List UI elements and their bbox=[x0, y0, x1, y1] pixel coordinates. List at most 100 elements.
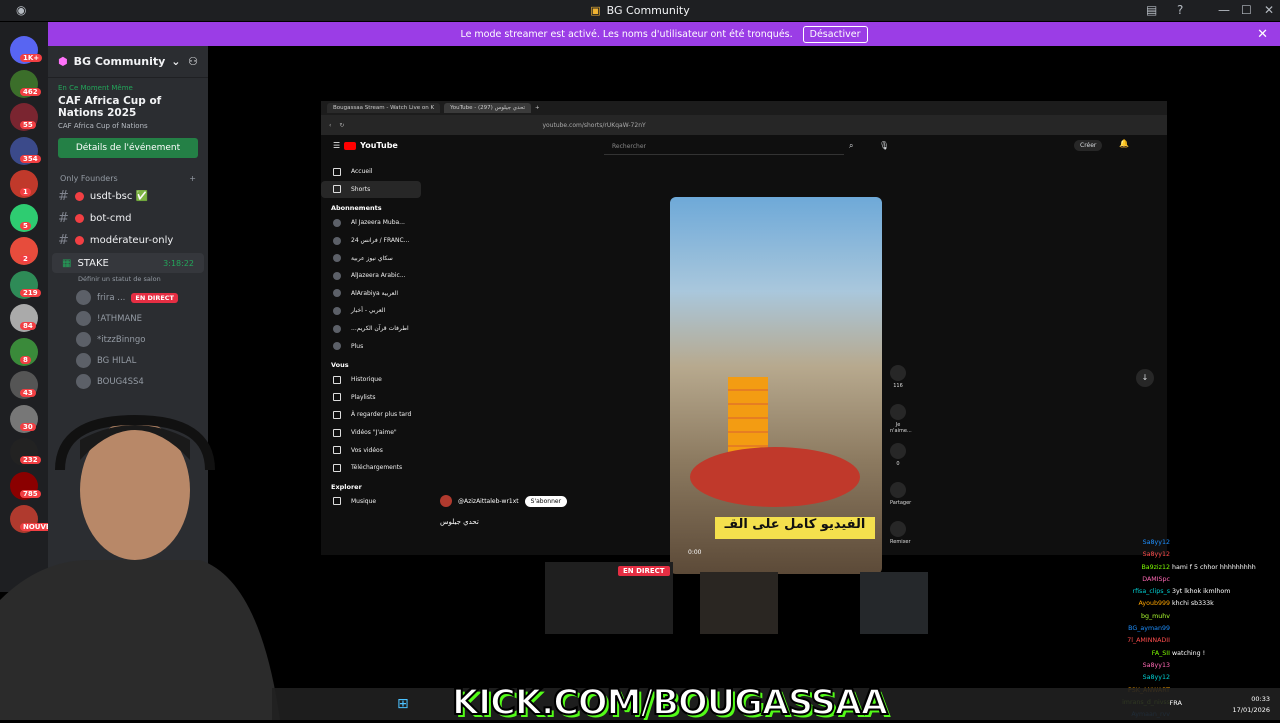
add-channel-icon[interactable]: + bbox=[189, 174, 196, 183]
voice-user[interactable]: BOUG4SS4 bbox=[48, 371, 208, 392]
voice-user[interactable]: *itzzBinngo bbox=[48, 329, 208, 350]
subscriptions-title[interactable]: Abonnements bbox=[321, 198, 421, 214]
event-details-button[interactable]: Détails de l'événement bbox=[58, 138, 198, 158]
subscription-name: Al Jazeera Muba... bbox=[351, 219, 405, 227]
close-icon[interactable]: ✕ bbox=[1257, 27, 1268, 42]
new-tab-icon[interactable]: + bbox=[535, 105, 540, 111]
subscription-name: AlArabiya العربية bbox=[351, 289, 399, 297]
chat-username[interactable]: 7l_AMINNADII bbox=[1127, 635, 1170, 647]
chat-username[interactable]: Sa8yy12 bbox=[1143, 549, 1170, 561]
hash-icon: # bbox=[58, 188, 69, 204]
you-item[interactable]: Vos vidéos bbox=[321, 441, 421, 459]
search-input[interactable]: Rechercher bbox=[604, 140, 844, 155]
create-button[interactable]: Créer bbox=[1074, 140, 1103, 151]
subscription-item[interactable]: 24 فرانس / FRANC... bbox=[321, 232, 421, 250]
nav-icon bbox=[333, 446, 341, 455]
bell-icon[interactable]: 🔔 bbox=[1119, 139, 1129, 148]
voice-user[interactable]: frira ... EN DIRECT bbox=[48, 287, 208, 308]
explore-item[interactable]: Musique bbox=[321, 493, 421, 511]
channel-avatar[interactable] bbox=[440, 495, 452, 507]
youtube-logo-text: YouTube bbox=[360, 141, 398, 150]
chat-username[interactable]: Sa8yy13 bbox=[1143, 660, 1170, 672]
you-item[interactable]: À regarder plus tard bbox=[321, 406, 421, 424]
menu-icon[interactable]: ☰ bbox=[333, 141, 340, 150]
channel-avatar bbox=[333, 306, 341, 315]
channel-name: bot-cmd bbox=[89, 212, 132, 224]
channel-name[interactable]: @AzizAittaleb-wr1xt bbox=[458, 498, 519, 505]
short-video[interactable]: الفيديو كامل على القـ 0:00 bbox=[670, 197, 882, 574]
channel-item[interactable]: # modérateur-only bbox=[48, 229, 208, 251]
share-button[interactable]: Partager bbox=[890, 482, 912, 506]
inbox-icon[interactable]: ▤ bbox=[1146, 3, 1157, 17]
discord-home-icon[interactable]: ◉ bbox=[16, 3, 26, 17]
chat-username[interactable]: Ayoub999 bbox=[1139, 598, 1170, 610]
mic-icon[interactable]: 🎙 bbox=[879, 141, 889, 150]
you-item[interactable]: Historique bbox=[321, 371, 421, 389]
next-arrow-icon[interactable]: ↓ bbox=[1136, 369, 1154, 387]
reload-icon[interactable]: ↻ bbox=[339, 122, 344, 129]
nav-icon bbox=[333, 375, 341, 384]
voice-user-name: frira ... bbox=[97, 292, 126, 303]
back-icon[interactable]: ‹ bbox=[329, 122, 331, 129]
tab-youtube[interactable]: YouTube - تحدي جيلوس (297) bbox=[444, 103, 532, 113]
share-label: Partager bbox=[890, 500, 912, 506]
channel-item[interactable]: # bot-cmd bbox=[48, 207, 208, 229]
dislike-button[interactable]: Je n'aime... bbox=[890, 404, 912, 434]
event-title: CAF Africa Cup of Nations 2025 bbox=[58, 95, 162, 119]
video-caption: الفيديو كامل على القـ bbox=[715, 517, 875, 539]
subscription-item[interactable]: AlArabiya العربية bbox=[321, 285, 421, 303]
maximize-button[interactable]: ☐ bbox=[1241, 3, 1252, 17]
like-button[interactable]: 116 bbox=[890, 365, 906, 389]
subscription-item[interactable]: سكاي نيوز عربية bbox=[321, 249, 421, 267]
streamer-mode-banner: Le mode streamer est activé. Les noms d'… bbox=[48, 22, 1280, 46]
help-icon[interactable]: ? bbox=[1177, 3, 1183, 17]
chat-message: Sa8yy12 bbox=[1050, 672, 1280, 684]
you-item[interactable]: Vidéos "J'aime" bbox=[321, 424, 421, 442]
voice-channel-stake[interactable]: ▦ STAKE 3:18:22 bbox=[52, 253, 204, 273]
you-title[interactable]: Vous bbox=[321, 355, 421, 371]
youtube-logo[interactable]: ☰ YouTube bbox=[333, 141, 398, 150]
chat-username[interactable]: Ba9ziz12 bbox=[1141, 562, 1170, 574]
chat-username[interactable]: FA_SII bbox=[1152, 648, 1170, 660]
disable-streamer-button[interactable]: Désactiver bbox=[802, 25, 868, 43]
category-name: Only Founders bbox=[60, 174, 118, 183]
tab-kick[interactable]: Bougassaa Stream - Watch Live on K bbox=[327, 103, 441, 113]
subscription-item[interactable]: ...اطرفات قرآن الكريم bbox=[321, 320, 421, 338]
language-indicator[interactable]: FRA bbox=[1170, 699, 1182, 707]
chat-username[interactable]: Sa8yy12 bbox=[1143, 672, 1170, 684]
close-window-button[interactable]: ✕ bbox=[1264, 3, 1274, 17]
url-field[interactable]: youtube.com/shorts/rUKqaW-72nY bbox=[352, 122, 1159, 129]
subscription-item[interactable]: Al Jazeera Muba... bbox=[321, 214, 421, 232]
server-boost-icon: ⬢ bbox=[58, 55, 68, 68]
chat-username[interactable]: rfisa_clips_s bbox=[1132, 586, 1170, 598]
yt-nav-item[interactable]: Accueil bbox=[321, 163, 421, 181]
chat-username[interactable]: DAMISpc bbox=[1142, 574, 1170, 586]
channel-item[interactable]: # usdt-bsc ✅ bbox=[48, 185, 208, 207]
subscription-item[interactable]: AlJazeera Arabic... bbox=[321, 267, 421, 285]
you-item[interactable]: Téléchargements bbox=[321, 459, 421, 477]
category-header[interactable]: Only Founders + bbox=[48, 164, 208, 185]
you-item[interactable]: Playlists bbox=[321, 389, 421, 407]
subscription-item[interactable]: العربي - أخبار bbox=[321, 302, 421, 320]
hash-icon: # bbox=[58, 232, 69, 248]
chat-message: rfisa_clips_s 3yt lkhok ikmlhom bbox=[1050, 586, 1280, 598]
invite-icon[interactable]: ⚇ bbox=[188, 55, 198, 68]
system-clock[interactable]: 00:33 17/01/2026 bbox=[1233, 694, 1270, 716]
chat-username[interactable]: bg_muhv bbox=[1141, 611, 1170, 623]
chat-username[interactable]: BG_ayman99 bbox=[1128, 623, 1170, 635]
voice-user[interactable]: BG HILAL bbox=[48, 350, 208, 371]
clock-time: 00:33 bbox=[1251, 695, 1270, 703]
voice-status[interactable]: Définir un statut de salon bbox=[48, 275, 208, 283]
subscription-item[interactable]: Plus bbox=[321, 337, 421, 355]
voice-user[interactable]: !ATHMANE bbox=[48, 308, 208, 329]
remix-button[interactable]: Remixer bbox=[890, 521, 911, 545]
chat-username[interactable]: Sa8yy12 bbox=[1143, 537, 1170, 549]
subscribe-button[interactable]: S'abonner bbox=[524, 495, 568, 507]
server-header[interactable]: ⬢ BG Community ⌄ ⚇ bbox=[48, 46, 208, 78]
comment-button[interactable]: 0 bbox=[890, 443, 906, 467]
yt-nav-item[interactable]: Shorts bbox=[321, 180, 421, 199]
windows-start-icon[interactable]: ⊞ bbox=[397, 696, 409, 712]
minimize-button[interactable]: — bbox=[1218, 3, 1230, 17]
channel-avatar bbox=[333, 254, 341, 263]
search-icon[interactable]: ⌕ bbox=[849, 141, 853, 151]
